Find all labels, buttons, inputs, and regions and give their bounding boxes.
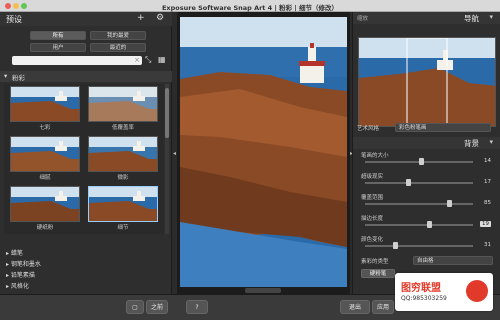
preset-thumb-label: 硬纸粉 xyxy=(36,225,54,231)
filter-favorites-button[interactable]: 我的最爱 xyxy=(90,31,146,40)
preset-thumbnails: 七彩 低覆盖率 细腻 微影 硬纸粉 细节 xyxy=(4,84,164,234)
category-label: 粉彩 xyxy=(12,74,25,82)
preset-thumb-2[interactable]: 低覆盖率 xyxy=(88,86,158,131)
slider-knob[interactable] xyxy=(392,242,398,249)
manage-presets-icon[interactable]: ⚙ xyxy=(156,13,164,23)
preset-thumb-label: 七彩 xyxy=(39,125,51,131)
navigator-title: 导航 xyxy=(464,14,479,23)
category-stylize[interactable]: ▸ 风格化 xyxy=(6,281,156,290)
collapse-left-icon[interactable]: ◂ xyxy=(173,150,176,157)
slider-track xyxy=(365,203,473,205)
preset-thumb-label: 低覆盖率 xyxy=(111,125,134,131)
presets-panel: 预设 + ⚙ 所有 我的最爱 用户 最近的 × ⤡ ▦ ▾ 粉彩 七彩 低覆盖率 xyxy=(0,12,172,294)
preset-thumb-4[interactable]: 微影 xyxy=(88,136,158,181)
presets-title: 预设 xyxy=(6,15,22,24)
filter-all-button[interactable]: 所有 xyxy=(30,31,86,40)
canvas-scroll-handle[interactable] xyxy=(245,288,281,293)
slider-super-realism[interactable]: 超级现实 17 xyxy=(361,172,497,189)
exit-button[interactable]: 退出 xyxy=(340,300,370,314)
watermark-badge: 图穷联盟 QQ:985303259 xyxy=(395,273,493,311)
thumbnails-scrollbar[interactable] xyxy=(165,84,169,234)
slider-track xyxy=(365,224,473,226)
apply-button[interactable]: 应用 xyxy=(372,300,394,314)
compare-before-button[interactable]: 之前 xyxy=(146,300,168,314)
slider-color-variation[interactable]: 颜色变化 31 xyxy=(361,235,497,252)
filter-user-button[interactable]: 用户 xyxy=(30,43,86,52)
art-style-row: 艺术风格 彩色粉笔画 xyxy=(357,123,497,133)
preset-thumb-label: 微影 xyxy=(117,175,129,181)
add-preset-icon[interactable]: + xyxy=(137,13,145,23)
art-style-label: 艺术风格 xyxy=(357,126,380,132)
background-title: 背景 xyxy=(464,139,479,148)
category-crayon[interactable]: ▸ 蜡笔 xyxy=(6,248,156,257)
preset-thumb-image xyxy=(88,86,158,122)
preset-thumb-label: 细腻 xyxy=(39,175,51,181)
window-title: Exposure Software Snap Art 4 | 粉彩 | 细节（修… xyxy=(161,4,338,12)
preset-thumb-1[interactable]: 七彩 xyxy=(10,86,80,131)
preset-thumb-image xyxy=(88,186,158,222)
slider-track xyxy=(365,245,473,247)
flame-logo-icon xyxy=(466,280,488,302)
preview-image[interactable] xyxy=(180,17,347,287)
preset-thumb-image xyxy=(88,136,158,172)
paper-type-select[interactable]: 自由格 xyxy=(413,256,493,265)
filter-recent-button[interactable]: 最近的 xyxy=(90,43,146,52)
preset-thumb-5[interactable]: 硬纸粉 xyxy=(10,186,80,231)
presets-header: 预设 + ⚙ xyxy=(0,12,172,26)
watermark-subtitle: QQ:985303259 xyxy=(401,295,447,302)
art-style-select[interactable]: 彩色粉笔画 xyxy=(395,123,491,132)
settings-panel: 缩放 导航 ▾ 艺术风格 彩色粉笔画 背景 ▾ 笔画的大小 14 超级现实 17… xyxy=(352,12,500,294)
preset-thumb-label: 细节 xyxy=(117,225,129,231)
clear-search-icon[interactable]: × xyxy=(134,56,140,65)
slider-knob[interactable] xyxy=(418,158,424,165)
slider-stroke-size[interactable]: 笔画的大小 14 xyxy=(361,151,497,168)
canvas-area xyxy=(177,12,350,294)
help-icon[interactable]: ? xyxy=(186,300,208,314)
watermark-title: 图穷联盟 xyxy=(401,283,441,294)
paper-type-row: 素彩的类型 自由格 xyxy=(361,256,497,266)
preset-thumb-image xyxy=(10,86,80,122)
zoom-label: 缩放 xyxy=(357,16,369,22)
navigator-preview[interactable] xyxy=(358,37,496,127)
slider-track xyxy=(365,182,473,184)
slider-knob[interactable] xyxy=(406,179,412,186)
navigator-header[interactable]: 缩放 导航 ▾ xyxy=(353,12,500,24)
chevron-down-icon: ▾ xyxy=(489,13,493,21)
slider-stroke-length[interactable]: 描边长度 19 xyxy=(361,214,497,231)
chevron-down-icon: ▾ xyxy=(4,72,8,80)
search-input[interactable]: × xyxy=(12,56,142,65)
preset-thumb-6[interactable]: 细节 xyxy=(88,186,158,231)
slider-coverage[interactable]: 覆盖范围 85 xyxy=(361,193,497,210)
preset-thumb-image xyxy=(10,186,80,222)
sketch-button[interactable]: 硬粉笔 xyxy=(361,269,395,278)
slider-knob[interactable] xyxy=(426,221,432,228)
paper-type-label: 素彩的类型 xyxy=(361,259,389,265)
chevron-down-icon: ▾ xyxy=(489,138,493,146)
category-pen-ink[interactable]: ▸ 钢笔和墨水 xyxy=(6,259,156,268)
split-view-button[interactable]: ▢ xyxy=(126,300,144,314)
category-pencil[interactable]: ▸ 铅笔素描 xyxy=(6,270,156,279)
slider-knob[interactable] xyxy=(447,200,453,207)
category-header-pastel[interactable]: ▾ 粉彩 xyxy=(0,71,172,82)
preset-thumb-image xyxy=(10,136,80,172)
title-bar: Exposure Software Snap Art 4 | 粉彩 | 细节（修… xyxy=(0,0,500,12)
preset-thumb-3[interactable]: 细腻 xyxy=(10,136,80,181)
expand-icon[interactable]: ⤡ xyxy=(145,55,151,65)
grid-view-icon[interactable]: ▦ xyxy=(158,55,166,64)
background-header[interactable]: 背景 ▾ xyxy=(353,137,500,149)
